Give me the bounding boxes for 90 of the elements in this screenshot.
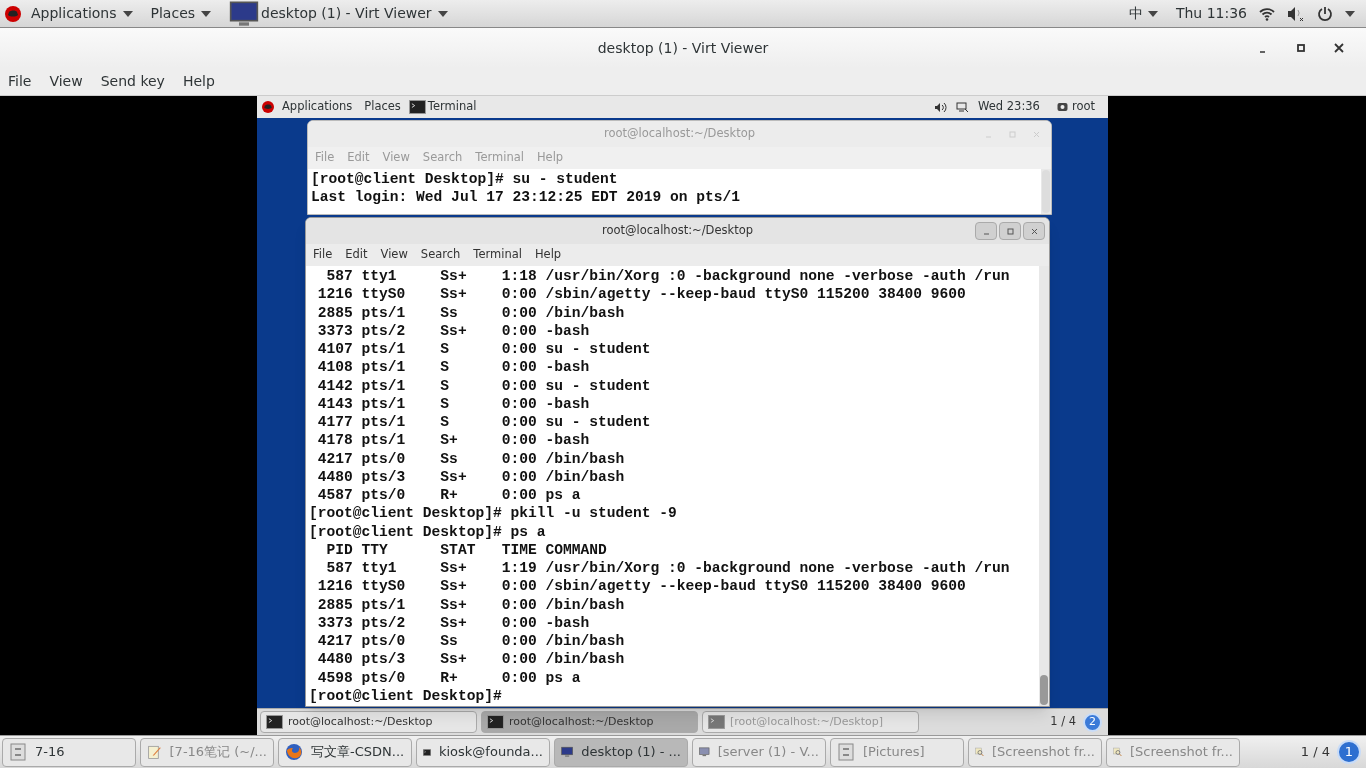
menu-item[interactable]: Help [182, 71, 215, 92]
app-menu-item[interactable]: Terminal [427, 98, 477, 116]
window-title: desktop (1) - Virt Viewer [597, 38, 769, 58]
taskbar-item[interactable]: kiosk@founda... [416, 737, 550, 767]
caret-icon [201, 10, 212, 17]
power-icon[interactable] [1317, 5, 1333, 22]
window-title: root@localhost:~/Desktop [604, 125, 755, 143]
maximize-icon [1006, 227, 1014, 235]
terminal-line: 1216 ttyS0 Ss+ 0:00 /sbin/agetty --keep-baud ttyS0 115200 38400 9600 [316, 285, 967, 304]
file-cabinet-icon [837, 743, 855, 761]
close-icon[interactable] [1334, 43, 1344, 53]
terminal-line: PID TTY STAT TIME COMMAND [325, 540, 608, 559]
terminal-line: 587 tty1 Ss+ 1:18 /usr/bin/Xorg :0 -background none -verbose -auth /run [325, 267, 1011, 286]
user-name[interactable]: root [1071, 98, 1095, 116]
caret-icon [437, 10, 448, 17]
terminal-line: 4108 pts/1 S 0:00 -bash [316, 358, 591, 377]
terminal-line: 3373 pts/2 Ss+ 0:00 -bash [316, 321, 591, 340]
menu-item[interactable]: View [380, 246, 408, 264]
menu-item[interactable]: Search [420, 246, 461, 264]
top-menu-button[interactable]: Applications [31, 3, 133, 24]
terminal-line: 4143 pts/1 S 0:00 -bash [316, 394, 591, 413]
taskbar-item[interactable]: root@localhost:~/Desktop [260, 711, 477, 733]
wifi-icon[interactable] [1259, 6, 1275, 21]
menu-item[interactable]: View [49, 71, 83, 92]
terminal-line: 4142 pts/1 S 0:00 su - student [316, 376, 652, 395]
maximize-icon [1008, 130, 1016, 138]
terminal-line: 3373 pts/2 Ss+ 0:00 -bash [316, 613, 591, 632]
workspace-pager[interactable]: 1 / 4 [1300, 742, 1330, 762]
file-cabinet-icon [9, 743, 27, 761]
terminal-line: 4598 pts/0 R+ 0:00 ps a [316, 668, 582, 687]
notification-badge[interactable]: 2 [1083, 712, 1102, 732]
notepad-icon [147, 743, 162, 761]
menu-item[interactable]: Edit [345, 246, 368, 264]
clock[interactable]: Wed 23:36 [978, 98, 1040, 116]
terminal-line: 4177 pts/1 S 0:00 su - student [316, 413, 652, 432]
top-menu-item[interactable]: Places [364, 98, 401, 116]
monitor-icon [229, 0, 260, 29]
terminal-line: 4217 pts/0 Ss 0:00 /bin/bash [316, 632, 626, 651]
volume-icon[interactable] [934, 101, 948, 113]
menu-item[interactable]: File [313, 246, 333, 264]
hat-logo-icon [5, 5, 21, 22]
network-icon[interactable] [956, 101, 970, 113]
terminal-line: 4217 pts/0 Ss 0:00 /bin/bash [316, 449, 626, 468]
terminal-line: 587 tty1 Ss+ 1:19 /usr/bin/Xorg :0 -background none -verbose -auth /run [325, 559, 1011, 578]
taskbar-item[interactable]: root@localhost:~/Desktop [481, 711, 698, 733]
caret-icon [1345, 10, 1355, 17]
menu-item[interactable]: File [8, 71, 32, 92]
scrollbar[interactable] [1041, 169, 1051, 214]
terminal-line: 4587 pts/0 R+ 0:00 ps a [316, 486, 582, 505]
terminal-icon [408, 100, 426, 114]
terminal-line: 2885 pts/1 Ss+ 0:00 /bin/bash [316, 595, 626, 614]
workspace-pager[interactable]: 1 / 4 [1050, 713, 1076, 731]
terminal-line: [root@client Desktop]# [309, 686, 503, 705]
caret-icon [122, 10, 133, 17]
app-menu-button[interactable]: desktop (1) - Virt Viewer [261, 3, 448, 24]
terminal-line: [root@client Desktop]# pkill -u student -9 [309, 504, 678, 523]
terminal-icon [708, 715, 725, 729]
menu-item[interactable]: Send key [100, 71, 165, 92]
top-menu-item[interactable]: Applications [282, 98, 353, 116]
terminal-line: 1216 ttyS0 Ss+ 0:00 /sbin/agetty --keep-baud ttyS0 115200 38400 9600 [316, 577, 967, 596]
terminal-line: [root@client Desktop]# su - student [311, 170, 619, 189]
fox-globe-icon [285, 743, 303, 761]
close-icon [1032, 130, 1040, 138]
user-icon[interactable] [1056, 101, 1068, 113]
scrollbar[interactable] [1039, 266, 1049, 706]
terminal-line: [root@client Desktop]# ps a [309, 522, 547, 541]
terminal-line: 4178 pts/1 S+ 0:00 -bash [316, 431, 591, 450]
menu-item[interactable]: Help [534, 246, 562, 264]
window-title: root@localhost:~/Desktop [602, 222, 753, 240]
close-button[interactable] [1023, 222, 1045, 240]
muted-volume-icon[interactable] [1287, 5, 1305, 22]
taskbar-item[interactable]: 7-16 [2, 737, 136, 767]
menu-item[interactable]: Terminal [473, 246, 522, 264]
clock[interactable]: Thu 11:36 [1175, 3, 1247, 24]
input-method-button[interactable]: 中 [1128, 3, 1158, 24]
terminal-line: 4480 pts/3 Ss+ 0:00 /bin/bash [316, 650, 626, 669]
close-icon [1030, 227, 1038, 235]
terminal-line: 2885 pts/1 Ss 0:00 /bin/bash [316, 303, 626, 322]
notification-badge[interactable]: 1 [1337, 740, 1361, 764]
terminal-line: Last login: Wed Jul 17 23:12:25 EDT 2019 on pts/1 [311, 188, 742, 207]
taskbar-item[interactable]: desktop (1) - ... [554, 737, 688, 767]
maximize-icon[interactable] [1296, 43, 1306, 53]
top-menu-button[interactable]: Places [150, 3, 212, 24]
taskbar-item[interactable]: 写文章-CSDN... [278, 737, 412, 767]
caret-icon [1147, 10, 1158, 17]
terminal-icon [266, 715, 283, 729]
terminal-line: 4480 pts/3 Ss+ 0:00 /bin/bash [316, 467, 626, 486]
hat-logo-icon [262, 101, 274, 113]
terminal-line: 4107 pts/1 S 0:00 su - student [316, 340, 652, 359]
terminal-icon [487, 715, 504, 729]
